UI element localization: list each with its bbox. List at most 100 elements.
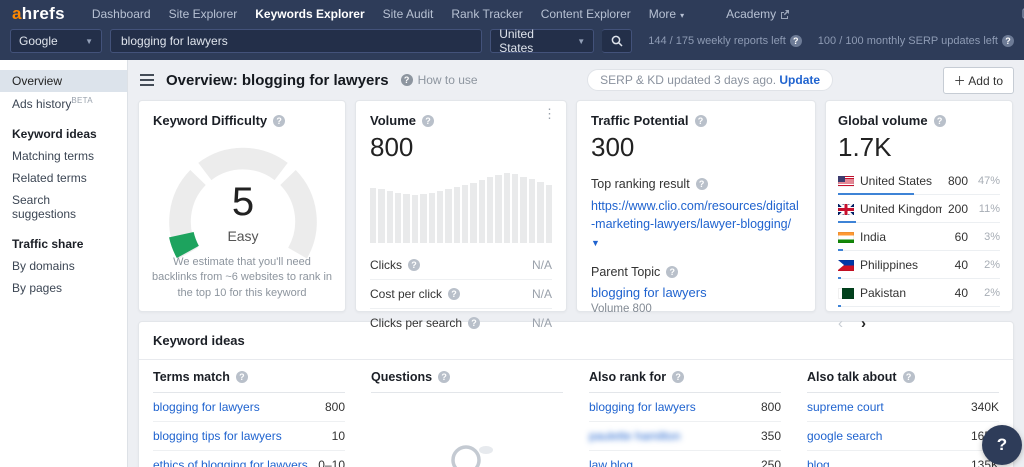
help-icon[interactable]: ?	[1002, 35, 1014, 47]
nav-item-content-explorer[interactable]: Content Explorer	[532, 7, 640, 21]
keyword-volume: 250	[760, 458, 781, 467]
keyword-link[interactable]: supreme court	[807, 400, 884, 414]
kd-level: Easy	[227, 228, 259, 244]
traffic-potential-card: Traffic Potential ? 300 Top ranking resu…	[576, 100, 816, 315]
sidebar-item-search-suggestions[interactable]: Search suggestions	[0, 189, 127, 225]
sidebar-section-keyword-ideas: Keyword ideas	[12, 127, 97, 141]
country-row-india[interactable]: India 60 3%	[838, 223, 1000, 251]
ki-column-label: Questions	[371, 370, 433, 384]
kebab-menu-icon[interactable]: ⋮	[543, 107, 556, 120]
keyword-link[interactable]: ethics of blogging for lawyers	[153, 458, 308, 467]
prev-page-arrow[interactable]: ‹	[838, 315, 843, 332]
help-icon[interactable]: ?	[933, 114, 946, 127]
keyword-volume: 340K	[970, 400, 999, 414]
help-icon[interactable]: ?	[448, 288, 461, 300]
parent-topic-link[interactable]: blogging for lawyers	[591, 285, 801, 300]
nav-item-more[interactable]: More ▾	[640, 7, 693, 21]
nav-item-keywords-explorer[interactable]: Keywords Explorer	[246, 7, 373, 21]
menu-toggle-icon[interactable]	[138, 72, 156, 88]
volume-bar	[478, 180, 486, 243]
help-icon[interactable]: ?	[672, 371, 685, 383]
academy-link[interactable]: Academy	[717, 7, 798, 21]
keyword-link[interactable]: paulette hamilton	[589, 429, 680, 443]
volume-bar	[520, 176, 527, 243]
country-percent: 47%	[977, 175, 1000, 187]
page-title: Overview: blogging for lawyers	[166, 71, 389, 89]
country-row-pakistan[interactable]: Pakistan 40 2%	[838, 279, 1000, 307]
keyword-link[interactable]: blogging for lawyers	[153, 400, 260, 414]
metric-row: Clicks ? N/A	[370, 251, 552, 279]
page-header: Overview: blogging for lawyers ? How to …	[138, 60, 1014, 100]
top-ranking-url-link[interactable]: https://www.clio.com/resources/digital-m…	[591, 197, 801, 251]
keyword-volume: 800	[324, 400, 345, 414]
nav-item-dashboard[interactable]: Dashboard	[83, 7, 160, 21]
sidebar-item-matching-terms[interactable]: Matching terms	[0, 145, 127, 167]
update-link[interactable]: Update	[779, 73, 820, 87]
chevron-down-icon[interactable]: ▼	[591, 238, 600, 248]
keyword-row: blog 135K	[807, 451, 999, 467]
nav-item-site-explorer[interactable]: Site Explorer	[160, 7, 247, 21]
country-row-united-states[interactable]: United States 800 47%	[838, 167, 1000, 195]
help-icon[interactable]: ?	[468, 317, 481, 329]
keyword-link[interactable]: blogging tips for lawyers	[153, 429, 282, 443]
update-status-text: SERP & KD updated 3 days ago.	[600, 73, 777, 87]
add-to-button[interactable]: ＋ Add to	[942, 66, 1014, 94]
keyword-link[interactable]: blog	[807, 458, 830, 467]
logo-letter-a: a	[12, 4, 22, 23]
help-icon[interactable]: ?	[273, 114, 286, 127]
volume-bar	[436, 191, 444, 243]
help-icon[interactable]: ?	[235, 371, 248, 383]
ahrefs-logo[interactable]: ahrefs	[12, 4, 65, 24]
country-select[interactable]: United States ▼	[490, 27, 595, 55]
help-icon[interactable]: ?	[438, 371, 451, 383]
help-icon[interactable]: ?	[408, 259, 420, 271]
country-row-philippines[interactable]: Philippines 40 2%	[838, 251, 1000, 279]
ki-column-label: Also rank for	[589, 370, 667, 384]
how-to-use[interactable]: ? How to use	[400, 73, 478, 87]
help-icon[interactable]: ?	[694, 114, 707, 127]
country-name: India	[860, 230, 887, 244]
ki-column-label: Also talk about	[807, 370, 897, 384]
keyword-input[interactable]: blogging for lawyers	[110, 29, 483, 53]
help-icon[interactable]: ?	[666, 266, 679, 279]
volume-value: 800	[370, 132, 414, 162]
search-engine-select[interactable]: Google ▼	[10, 29, 102, 53]
keyword-link[interactable]: google search	[807, 429, 882, 443]
country-row-united-kingdom[interactable]: United Kingdom 200 11%	[838, 195, 1000, 223]
search-button[interactable]	[602, 29, 633, 53]
keyword-link[interactable]: law blog	[589, 458, 633, 467]
sidebar-item-ads-history[interactable]: Ads historyBETA	[0, 92, 127, 115]
ki-column-also-talk-about: Also talk about? supreme court 340K google …	[807, 360, 999, 467]
sidebar-item-overview[interactable]: Overview	[0, 70, 127, 92]
main-content: Overview: blogging for lawyers ? How to …	[128, 60, 1024, 467]
keyword-ideas-panel: Keyword ideas Terms match? blogging for l…	[138, 321, 1014, 467]
nav-item-site-audit[interactable]: Site Audit	[374, 7, 443, 21]
gv-title: Global volume	[838, 113, 928, 128]
ki-column-header: Also rank for?	[589, 360, 781, 393]
sidebar-item-related-terms[interactable]: Related terms	[0, 167, 127, 189]
serp-updates-text: 100 / 100 monthly SERP updates left	[817, 35, 998, 47]
next-page-arrow[interactable]: ›	[861, 315, 866, 332]
sidebar-section-traffic-share: Traffic share	[12, 237, 84, 251]
country-name: Pakistan	[860, 286, 907, 300]
volume-bar	[403, 194, 410, 243]
help-fab[interactable]: ?	[982, 425, 1022, 465]
country-volume: 60	[954, 230, 968, 244]
help-icon[interactable]: ?	[422, 114, 434, 127]
external-link-icon	[781, 9, 790, 19]
country-volume: 800	[947, 174, 968, 188]
volume-bar	[512, 173, 519, 243]
ki-column-questions: Questions?	[371, 360, 563, 467]
help-icon[interactable]: ?	[695, 178, 708, 190]
sidebar-item-by-domains[interactable]: By domains	[0, 255, 127, 277]
help-icon[interactable]: ?	[789, 35, 802, 47]
volume-bar	[545, 184, 552, 243]
volume-bar	[370, 188, 377, 243]
help-icon[interactable]: ?	[902, 371, 915, 383]
weekly-reports-quota: 144 / 175 weekly reports left ?	[648, 35, 802, 47]
volume-card: ⋮ Volume ? 800 Clicks ? N/A Cost per cli…	[355, 100, 567, 330]
sidebar-item-by-pages[interactable]: By pages	[0, 277, 127, 299]
empty-state-magnifier-icon	[451, 445, 493, 467]
keyword-link[interactable]: blogging for lawyers	[589, 400, 696, 414]
nav-item-rank-tracker[interactable]: Rank Tracker	[442, 7, 531, 21]
